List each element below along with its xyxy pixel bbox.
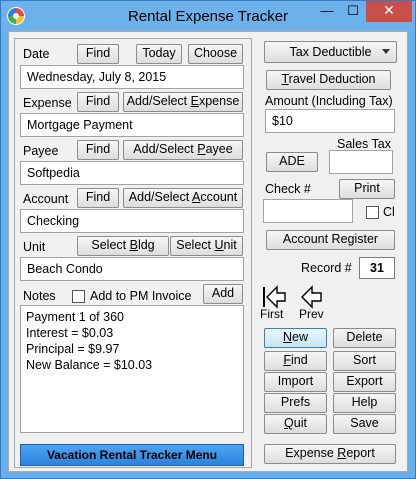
add-to-pm-invoice-checkbox[interactable] xyxy=(72,290,85,303)
save-button[interactable]: Save xyxy=(333,414,396,434)
client-area: Date Find Today Choose Wednesday, July 8… xyxy=(8,31,408,472)
help-button[interactable]: Help xyxy=(333,393,396,413)
payee-field[interactable]: Softpedia xyxy=(20,161,244,185)
notes-line: New Balance = $10.03 xyxy=(26,358,153,372)
quit-button[interactable]: Quit xyxy=(264,414,327,434)
notes-label: Notes xyxy=(23,289,56,303)
expense-field[interactable]: Mortgage Payment xyxy=(20,113,244,137)
left-panel: Date Find Today Choose Wednesday, July 8… xyxy=(14,38,252,468)
notes-line: Interest = $0.03 xyxy=(26,326,114,340)
check-number-field[interactable] xyxy=(263,199,353,223)
previous-record-label[interactable]: Prev xyxy=(299,307,324,321)
print-check-button[interactable]: Print xyxy=(339,179,395,199)
select-bldg-button[interactable]: Select Bldg xyxy=(77,236,169,256)
add-to-pm-invoice-label: Add to PM Invoice xyxy=(90,289,192,303)
account-register-button[interactable]: Account Register xyxy=(266,230,395,250)
import-button[interactable]: Import xyxy=(264,372,327,392)
account-label: Account xyxy=(23,192,69,206)
notes-line: Principal = $9.97 xyxy=(26,342,120,356)
vacation-rental-tracker-menu-button[interactable]: Vacation Rental Tracker Menu xyxy=(20,444,244,466)
delete-button[interactable]: Delete xyxy=(333,328,396,348)
minimize-button[interactable]: — xyxy=(314,1,340,22)
expense-report-button[interactable]: Expense Report xyxy=(264,444,396,464)
check-number-label: Check # xyxy=(265,182,311,196)
add-note-button[interactable]: Add xyxy=(203,284,243,304)
amount-label: Amount (Including Tax) xyxy=(265,94,393,108)
select-unit-button[interactable]: Select Unit xyxy=(170,236,243,256)
sort-button[interactable]: Sort xyxy=(333,351,396,371)
date-field[interactable]: Wednesday, July 8, 2015 xyxy=(20,65,244,89)
close-button[interactable]: ✕ xyxy=(366,1,412,22)
date-find-button[interactable]: Find xyxy=(77,44,119,64)
travel-deduction-button[interactable]: Travel Deduction xyxy=(266,70,391,90)
payee-find-button[interactable]: Find xyxy=(77,140,119,160)
maximize-button[interactable]: ☐ xyxy=(340,1,366,22)
account-field[interactable]: Checking xyxy=(20,209,244,233)
first-record-label[interactable]: First xyxy=(260,307,283,321)
expense-find-button[interactable]: Find xyxy=(77,92,119,112)
title-bar[interactable]: Rental Expense Tracker — ☐ ✕ xyxy=(1,1,415,31)
notes-textarea[interactable]: Payment 1 of 360 Interest = $0.03 Princi… xyxy=(20,305,244,433)
tax-deductible-select-value: Tax Deductible xyxy=(289,45,372,59)
prefs-button[interactable]: Prefs xyxy=(264,393,327,413)
date-label: Date xyxy=(23,47,50,61)
add-select-payee-button[interactable]: Add/Select Payee xyxy=(123,140,243,160)
export-button[interactable]: Export xyxy=(333,372,396,392)
add-select-account-button[interactable]: Add/Select Account xyxy=(123,188,243,208)
notes-line: Payment 1 of 360 xyxy=(26,310,124,324)
record-number-field[interactable]: 31 xyxy=(359,257,395,279)
today-button[interactable]: Today xyxy=(136,44,182,64)
amount-field[interactable]: $10 xyxy=(265,109,395,133)
sales-tax-label: Sales Tax xyxy=(337,137,391,151)
ade-button[interactable]: ADE xyxy=(266,152,318,172)
tax-deductible-select[interactable]: Tax Deductible xyxy=(264,41,397,63)
cleared-checkbox[interactable] xyxy=(366,206,379,219)
unit-label: Unit xyxy=(23,240,46,254)
cleared-label: Cl xyxy=(383,205,395,219)
find-button[interactable]: Find xyxy=(264,351,327,371)
chevron-down-icon xyxy=(382,49,390,54)
choose-date-button[interactable]: Choose xyxy=(188,44,243,64)
app-window: Rental Expense Tracker — ☐ ✕ Date Find T… xyxy=(0,0,416,479)
sales-tax-field[interactable] xyxy=(329,150,393,174)
new-record-button[interactable]: New xyxy=(264,328,327,348)
expense-label: Expense xyxy=(23,96,72,110)
record-number-label: Record # xyxy=(301,261,352,275)
add-select-expense-button[interactable]: Add/Select Expense xyxy=(123,92,243,112)
account-find-button[interactable]: Find xyxy=(77,188,119,208)
payee-label: Payee xyxy=(23,144,59,158)
unit-field[interactable]: Beach Condo xyxy=(20,257,244,281)
